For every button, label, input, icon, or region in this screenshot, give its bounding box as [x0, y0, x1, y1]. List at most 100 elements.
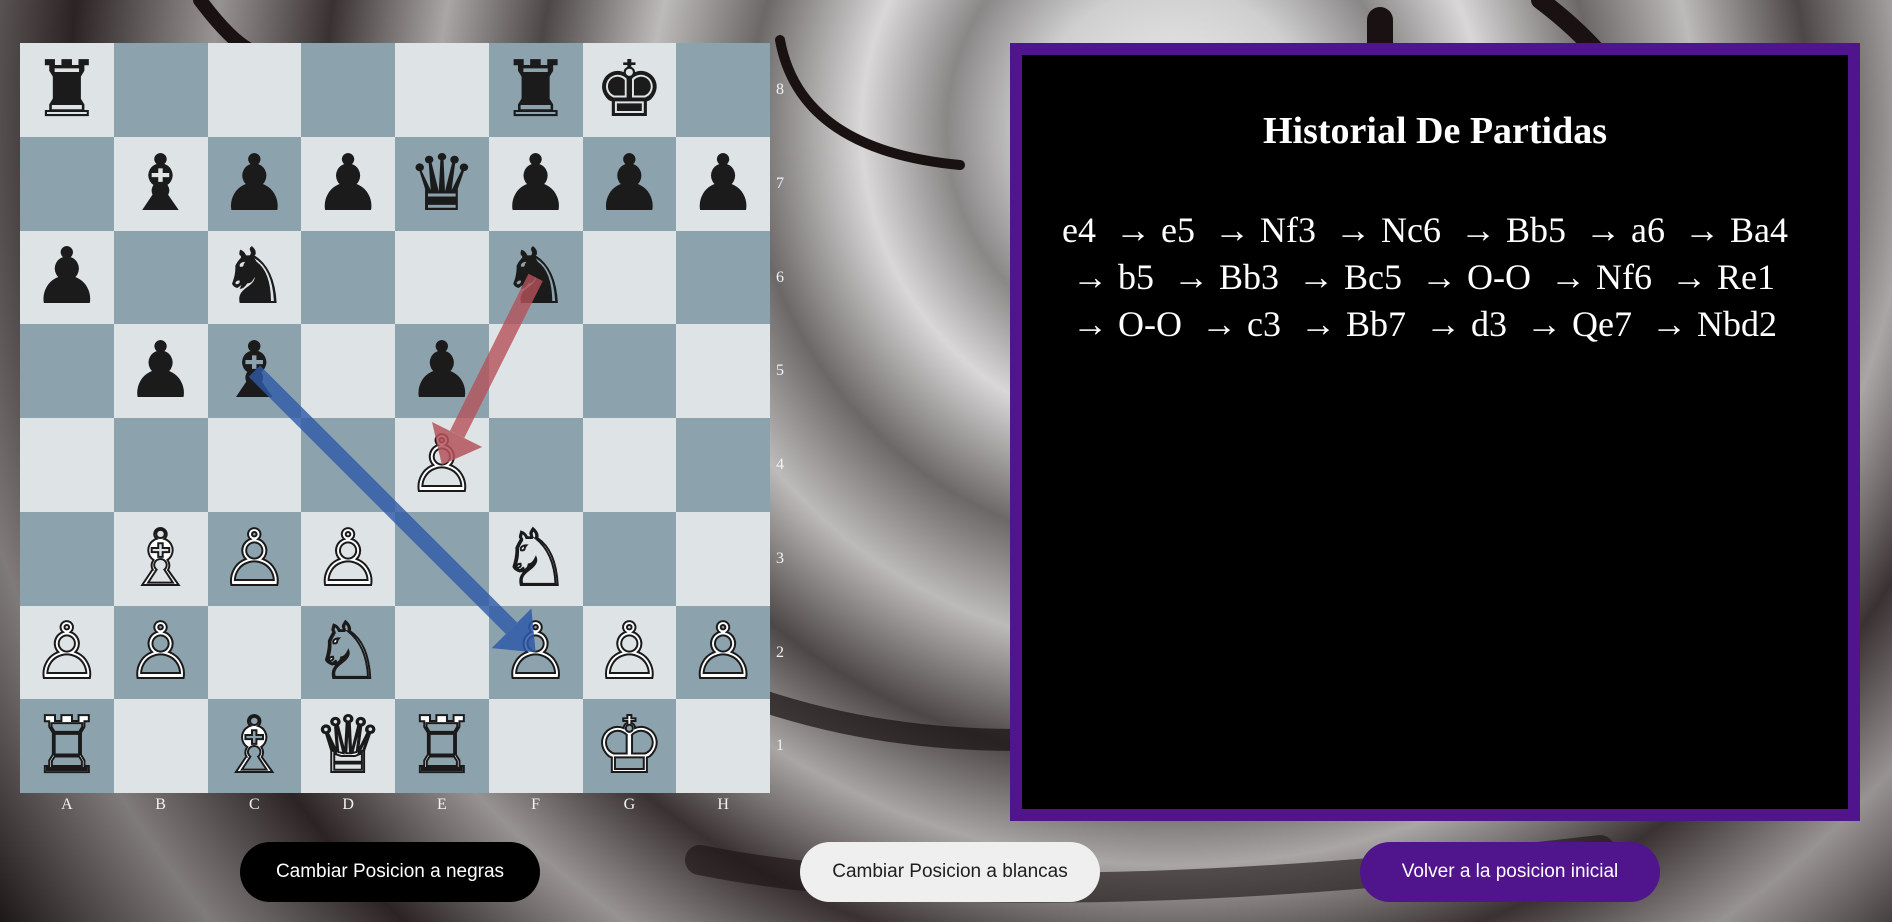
square-c1[interactable]: ♗ [207, 699, 302, 793]
white-queen[interactable]: ♕ [312, 706, 384, 786]
square-h7[interactable]: ♟ [676, 136, 770, 231]
black-pawn[interactable]: ♟ [32, 238, 102, 316]
white-bishop[interactable]: ♗ [125, 519, 197, 599]
square-c3[interactable]: ♙ [207, 511, 302, 606]
switch-to-white-button[interactable]: Cambiar Posicion a blancas [800, 842, 1100, 902]
white-knight[interactable]: ♘ [312, 612, 384, 692]
black-bishop[interactable]: ♝ [126, 145, 196, 223]
square-g8[interactable]: ♚ [582, 43, 677, 137]
square-a1[interactable]: ♖ [20, 699, 114, 793]
white-pawn[interactable]: ♙ [31, 612, 103, 692]
square-c7[interactable]: ♟ [207, 136, 302, 231]
square-e4[interactable]: ♙ [395, 418, 489, 512]
square-a8[interactable]: ♜ [20, 43, 114, 137]
square-h5[interactable] [676, 324, 770, 418]
square-g5[interactable] [582, 324, 677, 418]
square-h1[interactable] [676, 699, 770, 793]
square-b3[interactable]: ♗ [113, 511, 208, 606]
black-king[interactable]: ♚ [594, 51, 664, 129]
square-f4[interactable] [488, 418, 583, 512]
white-pawn[interactable]: ♙ [406, 425, 478, 505]
white-pawn[interactable]: ♙ [500, 612, 572, 692]
black-pawn[interactable]: ♟ [501, 145, 571, 223]
white-rook[interactable]: ♖ [406, 706, 478, 786]
square-b4[interactable] [113, 418, 208, 512]
square-b6[interactable] [113, 230, 208, 325]
white-pawn[interactable]: ♙ [218, 519, 290, 599]
black-pawn[interactable]: ♟ [126, 332, 196, 410]
white-pawn[interactable]: ♙ [687, 612, 759, 692]
square-e5[interactable]: ♟ [395, 324, 489, 418]
square-c4[interactable] [207, 418, 302, 512]
square-g2[interactable]: ♙ [582, 605, 677, 700]
white-rook[interactable]: ♖ [31, 706, 103, 786]
square-f5[interactable] [488, 324, 583, 418]
square-f8[interactable]: ♜ [488, 43, 583, 137]
white-knight[interactable]: ♘ [500, 519, 572, 599]
square-g3[interactable] [582, 511, 677, 606]
black-knight[interactable]: ♞ [501, 238, 571, 316]
white-king[interactable]: ♔ [593, 706, 665, 786]
square-d4[interactable] [301, 418, 395, 512]
square-c2[interactable] [207, 605, 302, 700]
black-pawn[interactable]: ♟ [219, 145, 289, 223]
square-c8[interactable] [207, 43, 302, 137]
square-d3[interactable]: ♙ [301, 511, 395, 606]
square-h8[interactable] [676, 43, 770, 137]
square-b2[interactable]: ♙ [113, 605, 208, 700]
black-bishop[interactable]: ♝ [219, 332, 289, 410]
square-e6[interactable] [395, 230, 489, 325]
white-bishop[interactable]: ♗ [218, 706, 290, 786]
black-pawn[interactable]: ♟ [407, 332, 477, 410]
square-d1[interactable]: ♕ [301, 699, 395, 793]
square-a7[interactable] [20, 136, 114, 231]
square-b8[interactable] [113, 43, 208, 137]
square-e2[interactable] [395, 605, 489, 700]
square-c6[interactable]: ♞ [207, 230, 302, 325]
square-b5[interactable]: ♟ [113, 324, 208, 418]
black-pawn[interactable]: ♟ [688, 145, 758, 223]
square-h6[interactable] [676, 230, 770, 325]
square-d8[interactable] [301, 43, 395, 137]
square-e3[interactable] [395, 511, 489, 606]
square-g4[interactable] [582, 418, 677, 512]
square-d2[interactable]: ♘ [301, 605, 395, 700]
black-pawn[interactable]: ♟ [594, 145, 664, 223]
square-e1[interactable]: ♖ [395, 699, 489, 793]
white-pawn[interactable]: ♙ [593, 612, 665, 692]
square-d6[interactable] [301, 230, 395, 325]
square-g7[interactable]: ♟ [582, 136, 677, 231]
reset-position-button[interactable]: Volver a la posicion inicial [1360, 842, 1660, 902]
square-a2[interactable]: ♙ [20, 605, 114, 700]
black-rook[interactable]: ♜ [32, 51, 102, 129]
square-f7[interactable]: ♟ [488, 136, 583, 231]
square-d5[interactable] [301, 324, 395, 418]
black-knight[interactable]: ♞ [219, 238, 289, 316]
square-g1[interactable]: ♔ [582, 699, 677, 793]
square-b1[interactable] [113, 699, 208, 793]
square-e7[interactable]: ♛ [395, 136, 489, 231]
square-h2[interactable]: ♙ [676, 605, 770, 700]
square-f3[interactable]: ♘ [488, 511, 583, 606]
square-a4[interactable] [20, 418, 114, 512]
square-d7[interactable]: ♟ [301, 136, 395, 231]
square-f6[interactable]: ♞ [488, 230, 583, 325]
white-pawn[interactable]: ♙ [312, 519, 384, 599]
square-c5[interactable]: ♝ [207, 324, 302, 418]
square-f2[interactable]: ♙ [488, 605, 583, 700]
square-a6[interactable]: ♟ [20, 230, 114, 325]
square-a5[interactable] [20, 324, 114, 418]
chess-board[interactable]: ♜ ♜ ♚ ♝ ♟ ♟ ♛ ♟ ♟ ♟ ♟ ♞ ♞ ♟ ♝ ♟ ♙ ♗ ♙ ♙ ♘ ♙ ♙ ♘ ♙ ♙ ♙ ♖ ♗ ♕ ♖ ♔ [20, 43, 770, 793]
black-rook[interactable]: ♜ [501, 51, 571, 129]
square-e8[interactable] [395, 43, 489, 137]
black-queen[interactable]: ♛ [407, 145, 477, 223]
square-h3[interactable] [676, 511, 770, 606]
square-g6[interactable] [582, 230, 677, 325]
square-b7[interactable]: ♝ [113, 136, 208, 231]
square-h4[interactable] [676, 418, 770, 512]
square-a3[interactable] [20, 511, 114, 606]
switch-to-black-button[interactable]: Cambiar Posicion a negras [240, 842, 540, 902]
white-pawn[interactable]: ♙ [125, 612, 197, 692]
black-pawn[interactable]: ♟ [313, 145, 383, 223]
square-f1[interactable] [488, 699, 583, 793]
